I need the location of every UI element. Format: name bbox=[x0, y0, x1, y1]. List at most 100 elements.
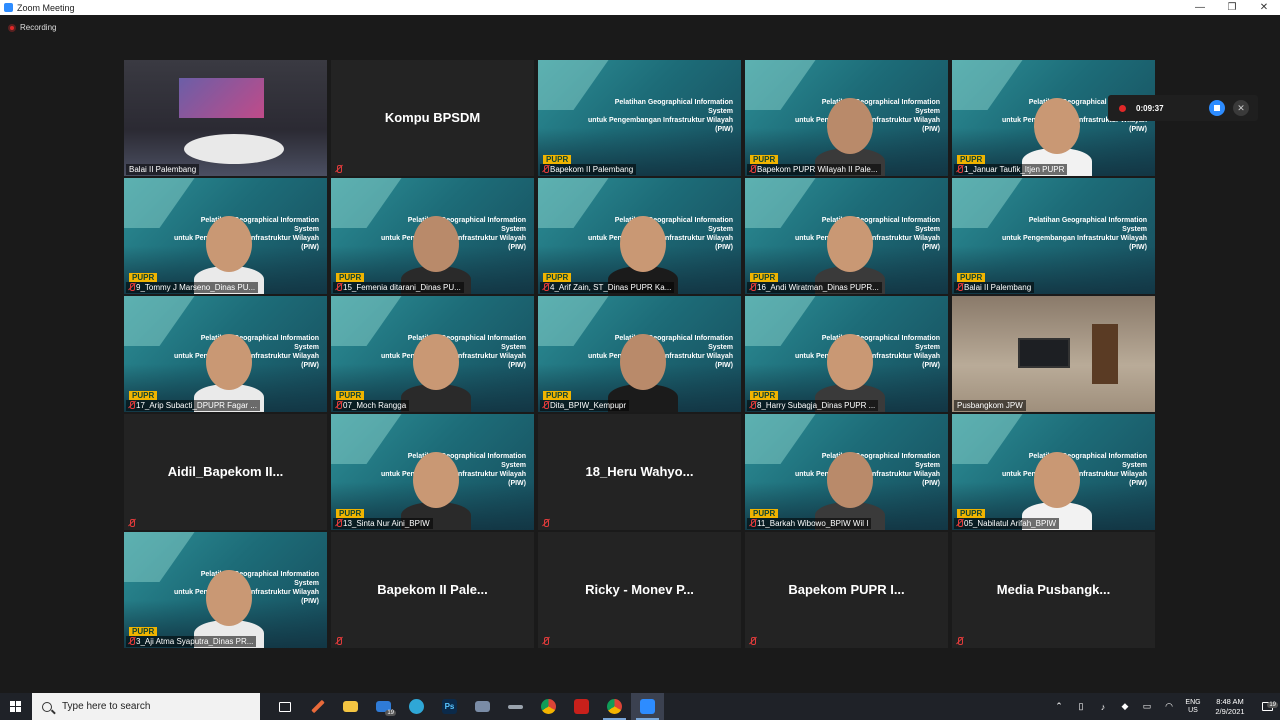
participant-tile[interactable]: Pelatihan Geographical Information Syste… bbox=[124, 532, 327, 648]
participant-head bbox=[206, 334, 252, 390]
video-feed: Pelatihan Geographical Information Syste… bbox=[538, 178, 741, 294]
windows-taskbar: Type here to search 19 Ps ⌃ ▯ ♪ ◆ ▭ ◠ EN… bbox=[0, 693, 1280, 720]
participant-head bbox=[206, 570, 252, 626]
participant-name: Bapekom PUPR Wilayah II Pale... bbox=[747, 164, 881, 175]
mic-muted-icon bbox=[749, 519, 757, 527]
language-indicator[interactable]: ENG US bbox=[1180, 699, 1206, 715]
participant-tile[interactable]: Pelatihan Geographical Information Syste… bbox=[538, 178, 741, 294]
participant-tile[interactable]: Pelatihan Geographical Information Syste… bbox=[952, 414, 1155, 530]
pupr-logo: PUPR bbox=[336, 273, 365, 282]
taskbar-app-zoom[interactable] bbox=[631, 693, 664, 720]
participant-tile[interactable]: 18_Heru Wahyo... bbox=[538, 414, 741, 530]
participant-name: 17_Arip Subacti_DPUPR Fagar ... bbox=[126, 400, 260, 411]
mic-muted-icon bbox=[542, 637, 550, 645]
participant-tile[interactable]: Pelatihan Geographical Information Syste… bbox=[538, 60, 741, 176]
taskbar-app-explorer[interactable] bbox=[334, 693, 367, 720]
mic-muted-icon bbox=[956, 637, 964, 645]
participant-tile[interactable]: Pelatihan Geographical Information Syste… bbox=[745, 60, 948, 176]
network-icon[interactable]: ▭ bbox=[1136, 701, 1158, 712]
participant-name: 1_Januar Taufik_Itjen PUPR bbox=[954, 164, 1068, 175]
mic-muted-icon bbox=[749, 283, 757, 291]
mic-muted-icon bbox=[128, 637, 136, 645]
mic-muted-icon bbox=[956, 165, 964, 173]
mute-button[interactable]: ✕ bbox=[1233, 100, 1249, 116]
participant-tile[interactable]: Pelatihan Geographical Information Syste… bbox=[952, 178, 1155, 294]
plane-icon bbox=[508, 704, 523, 709]
participant-tile[interactable]: Pusbangkom JPW bbox=[952, 296, 1155, 412]
task-view-button[interactable] bbox=[268, 693, 301, 720]
participant-tile[interactable]: Balai II Palembang bbox=[124, 60, 327, 176]
pupr-logo: PUPR bbox=[957, 155, 986, 164]
participant-name: Dita_BPIW_Kempupr bbox=[540, 400, 630, 411]
taskbar-app-photoshop[interactable]: Ps bbox=[433, 693, 466, 720]
title-bar: Zoom Meeting — ❐ ✕ bbox=[0, 0, 1280, 15]
close-button[interactable]: ✕ bbox=[1248, 0, 1280, 15]
mic-off-icon: ✕ bbox=[1237, 102, 1245, 113]
video-feed: Pelatihan Geographical Information Syste… bbox=[124, 532, 327, 648]
notification-badge: 19 bbox=[1267, 702, 1278, 708]
participant-tile[interactable]: Bapekom II Pale... bbox=[331, 532, 534, 648]
participant-name: 8_Harry Subagja_Dinas PUPR ... bbox=[747, 400, 879, 411]
volume-icon[interactable]: ♪ bbox=[1092, 702, 1114, 712]
pupr-logo: PUPR bbox=[957, 273, 986, 282]
pupr-logo: PUPR bbox=[957, 509, 986, 518]
participant-tile[interactable]: Pelatihan Geographical Information Syste… bbox=[331, 178, 534, 294]
slide-headline: Pelatihan Geographical Information Syste… bbox=[1002, 217, 1148, 251]
participant-head bbox=[413, 216, 459, 272]
participant-tile[interactable]: Ricky - Monev P... bbox=[538, 532, 741, 648]
taskbar-app-edge[interactable] bbox=[400, 693, 433, 720]
video-feed: Pelatihan Geographical Information Syste… bbox=[124, 178, 327, 294]
start-button[interactable] bbox=[0, 693, 30, 720]
wifi-icon[interactable]: ◠ bbox=[1158, 701, 1180, 712]
video-feed: Pelatihan Geographical Information Syste… bbox=[538, 60, 741, 176]
mic-muted-icon bbox=[542, 519, 550, 527]
taskbar-app-monitor[interactable] bbox=[466, 693, 499, 720]
taskbar-app-chrome-2[interactable] bbox=[598, 693, 631, 720]
participant-head bbox=[827, 334, 873, 390]
participant-name: Bapekom PUPR I... bbox=[788, 582, 905, 597]
participant-tile[interactable]: Pelatihan Geographical Information Syste… bbox=[124, 296, 327, 412]
notifications-button[interactable]: 19 bbox=[1254, 702, 1280, 711]
participant-tile[interactable]: Bapekom PUPR I... bbox=[745, 532, 948, 648]
mic-muted-icon bbox=[956, 519, 964, 527]
battery-icon[interactable]: ▯ bbox=[1070, 701, 1092, 712]
participant-tile[interactable]: Media Pusbangk... bbox=[952, 532, 1155, 648]
taskbar-app-plane[interactable] bbox=[499, 693, 532, 720]
video-feed: Pelatihan Geographical Information Syste… bbox=[952, 414, 1155, 530]
participant-tile[interactable]: Kompu BPSDM bbox=[331, 60, 534, 176]
participant-head bbox=[827, 216, 873, 272]
participant-tile[interactable]: Aidil_Bapekom II... bbox=[124, 414, 327, 530]
clock-time: 8:48 AM bbox=[1216, 696, 1244, 706]
participant-tile[interactable]: Pelatihan Geographical Information Syste… bbox=[331, 414, 534, 530]
stop-recording-button[interactable] bbox=[1209, 100, 1225, 116]
participant-name: Balai II Palembang bbox=[126, 164, 200, 175]
participant-tile[interactable]: Pelatihan Geographical Information Syste… bbox=[124, 178, 327, 294]
participant-name: 9_Tommy J Marseno_Dinas PU... bbox=[126, 282, 259, 293]
minimize-button[interactable]: — bbox=[1184, 0, 1216, 15]
taskbar-app-acrobat[interactable] bbox=[565, 693, 598, 720]
stop-icon bbox=[1214, 105, 1220, 111]
chevron-up-icon[interactable]: ⌃ bbox=[1048, 701, 1070, 712]
taskbar-app-mail[interactable]: 19 bbox=[367, 693, 400, 720]
participant-tile[interactable]: Pelatihan Geographical Information Syste… bbox=[745, 414, 948, 530]
pupr-logo: PUPR bbox=[336, 391, 365, 400]
mic-muted-icon bbox=[542, 165, 550, 173]
folder-icon bbox=[343, 701, 358, 712]
video-feed: Pelatihan Geographical Information Syste… bbox=[952, 178, 1155, 294]
maximize-button[interactable]: ❐ bbox=[1216, 0, 1248, 15]
dropbox-icon[interactable]: ◆ bbox=[1114, 701, 1136, 712]
video-feed: Pelatihan Geographical Information Syste… bbox=[745, 414, 948, 530]
taskbar-app-pen[interactable] bbox=[301, 693, 334, 720]
participant-tile[interactable]: Pelatihan Geographical Information Syste… bbox=[745, 296, 948, 412]
participant-tile[interactable]: Pelatihan Geographical Information Syste… bbox=[331, 296, 534, 412]
taskbar-app-chrome[interactable] bbox=[532, 693, 565, 720]
gallery-grid: Balai II Palembang Kompu BPSDM Pelatihan G… bbox=[124, 60, 1156, 650]
zoom-app-icon bbox=[4, 3, 13, 12]
participant-tile[interactable]: Pelatihan Geographical Information Syste… bbox=[745, 178, 948, 294]
taskbar-search[interactable]: Type here to search bbox=[32, 693, 260, 720]
recording-control: 0:09:37 ✕ bbox=[1108, 95, 1258, 121]
keyboard-layout: US bbox=[1188, 706, 1198, 714]
participant-name: 13_Sinta Nur Aini_BPIW bbox=[333, 518, 433, 529]
participant-tile[interactable]: Pelatihan Geographical Information Syste… bbox=[538, 296, 741, 412]
system-clock[interactable]: 8:48 AM 2/9/2021 bbox=[1206, 697, 1254, 717]
